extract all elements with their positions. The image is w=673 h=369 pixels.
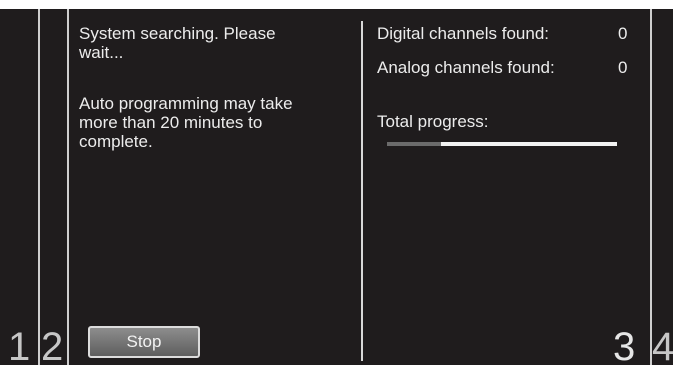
analog-channels-count: 0 [618, 58, 628, 77]
divider-line [650, 9, 652, 365]
digital-channels-count: 0 [618, 24, 628, 43]
digital-channels-label: Digital channels found: [377, 24, 550, 43]
stop-button[interactable]: Stop [88, 326, 200, 358]
analog-channels-label: Analog channels found: [377, 58, 555, 77]
divider-line [67, 9, 69, 365]
callout-number: 2 [41, 325, 64, 369]
panel-divider [361, 21, 363, 361]
callout-number: 3 [613, 325, 636, 369]
progress-bar [387, 142, 617, 146]
divider-line [38, 9, 40, 365]
tv-screen: System searching. Please wait... Auto pr… [0, 9, 673, 369]
callout-number: 4 [652, 325, 673, 369]
progress-bar-fill [441, 142, 617, 146]
total-progress-label: Total progress: [377, 112, 489, 131]
callout-number: 1 [8, 325, 31, 369]
status-message: System searching. Please wait... [79, 24, 276, 62]
info-message: Auto programming may take more than 20 m… [79, 94, 293, 151]
